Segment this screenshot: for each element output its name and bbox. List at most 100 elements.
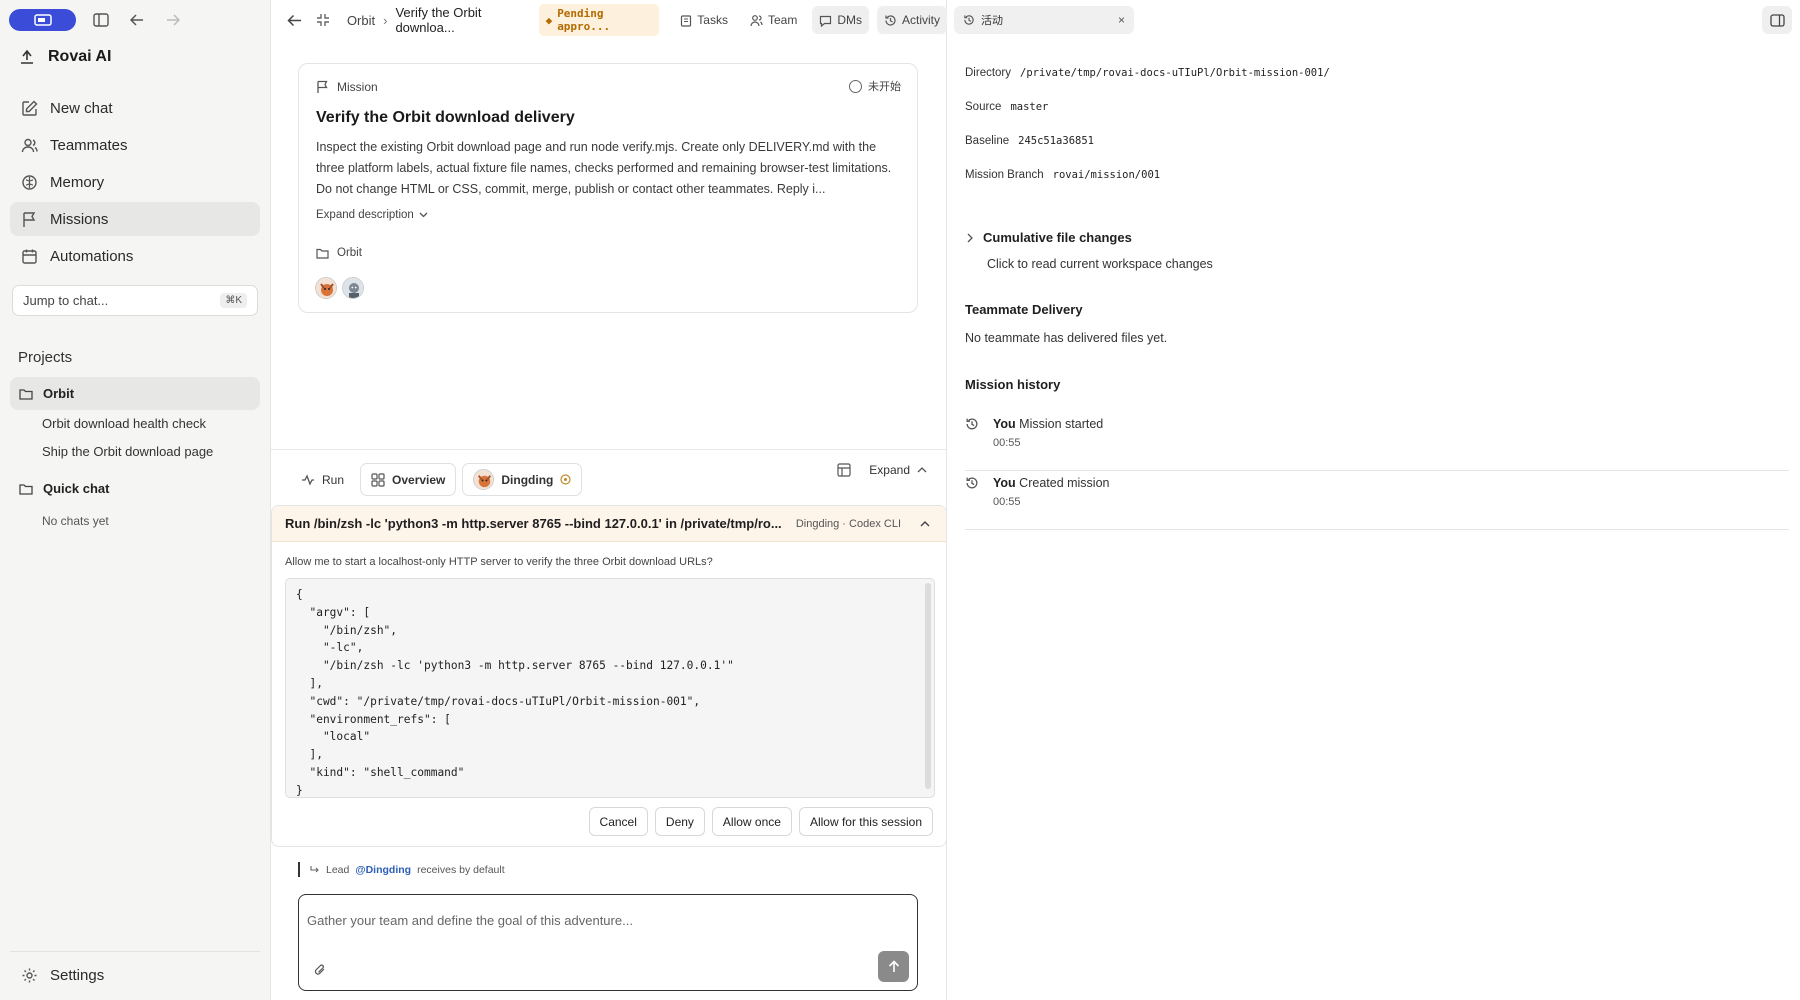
- settings-button[interactable]: Settings: [10, 951, 260, 999]
- lead-mention[interactable]: @Dingding: [355, 864, 411, 876]
- mission-panel: Orbit › Verify the Orbit downloa... ◆ Pe…: [271, 0, 948, 1000]
- mission-project[interactable]: Orbit: [316, 247, 362, 259]
- message-composer[interactable]: Gather your team and define the goal of …: [298, 894, 918, 991]
- toggle-sidebar-button[interactable]: [90, 9, 112, 31]
- folder-icon: [316, 248, 329, 259]
- tab-dms[interactable]: DMs: [812, 6, 869, 34]
- tab-activity[interactable]: Activity: [877, 6, 948, 34]
- users-icon: [750, 14, 763, 26]
- history-item: You Created mission 00:55: [965, 471, 1789, 530]
- sidebar-item-missions[interactable]: Missions: [10, 202, 260, 236]
- calendar-icon: [22, 249, 37, 264]
- history-line: You Mission started: [993, 417, 1103, 431]
- sidebar-item-label: Missions: [50, 210, 109, 228]
- back-button[interactable]: [126, 9, 148, 31]
- status-badge: ◆ Pending appro...: [538, 4, 660, 36]
- shortcut-badge: ⌘K: [220, 293, 247, 308]
- scrollbar[interactable]: [925, 583, 931, 789]
- window-icon: [33, 14, 52, 26]
- field-value: 245c51a36851: [1018, 135, 1094, 147]
- breadcrumb-project[interactable]: Orbit: [347, 13, 375, 28]
- back-button[interactable]: [285, 14, 305, 27]
- jump-to-chat-input[interactable]: Jump to chat... ⌘K: [12, 285, 258, 316]
- tab-overview[interactable]: Overview: [360, 463, 457, 496]
- send-button[interactable]: [878, 951, 909, 982]
- mission-toolbar: Orbit › Verify the Orbit downloa... ◆ Pe…: [271, 0, 948, 40]
- deny-button[interactable]: Deny: [654, 807, 705, 836]
- table-icon[interactable]: [837, 463, 851, 477]
- tab-activity-panel[interactable]: 活动 ×: [954, 6, 1134, 34]
- rovai-logo-icon: [21, 49, 33, 64]
- circle-icon: [849, 79, 862, 93]
- tab-agent-dingding[interactable]: Dingding: [462, 463, 583, 496]
- brand: Rovai AI: [18, 48, 111, 66]
- tab-label: Team: [767, 13, 798, 27]
- approval-request-card: Run /bin/zsh -lc 'python3 -m http.server…: [271, 505, 947, 847]
- mission-status-toggle[interactable]: 未开始: [849, 78, 901, 94]
- history-action: Created mission: [1019, 476, 1110, 490]
- history-time: 00:55: [993, 496, 1021, 508]
- sidebar-nav: New chat Teammates Memory Missions Autom…: [10, 91, 260, 276]
- status-badge-text: Pending appro...: [557, 7, 611, 33]
- mission-label: Mission: [337, 80, 378, 94]
- avatar[interactable]: [342, 277, 364, 299]
- tab-label: Dingding: [501, 472, 554, 487]
- mission-card: Mission 未开始 Verify the Orbit download de…: [298, 63, 918, 313]
- avatar[interactable]: [315, 277, 337, 299]
- minimize-icon: [316, 14, 329, 26]
- arrow-up-icon: [888, 960, 899, 972]
- pending-status-icon: [560, 474, 571, 485]
- gear-icon: [22, 968, 37, 983]
- jump-placeholder: Jump to chat...: [23, 293, 109, 308]
- tab-run[interactable]: Run: [291, 463, 354, 496]
- workspace-switch-button[interactable]: [9, 9, 76, 31]
- field-mission-branch: Mission Branch rovai/mission/001: [965, 169, 1160, 181]
- history-icon: [966, 477, 978, 489]
- allow-session-button[interactable]: Allow for this session: [798, 807, 933, 836]
- folder-icon: [19, 483, 33, 495]
- approval-requester: Dingding · Codex CLI: [795, 517, 901, 530]
- project-quick-chat[interactable]: Quick chat: [10, 472, 260, 505]
- lead-suffix: receives by default: [417, 863, 505, 876]
- tab-label: Activity: [902, 13, 941, 27]
- field-directory: Directory /private/tmp/rovai-docs-uTIuPl…: [965, 67, 1330, 79]
- breadcrumb-separator: ›: [383, 12, 388, 28]
- field-value: rovai/mission/001: [1052, 169, 1161, 181]
- expand-button[interactable]: Expand: [869, 463, 927, 477]
- history-line: You Created mission: [993, 476, 1110, 490]
- delivery-text: No teammate has delivered files yet.: [965, 331, 1168, 345]
- sidebar-item-new-chat[interactable]: New chat: [10, 91, 260, 125]
- expand-description-label: Expand description: [316, 209, 414, 221]
- cancel-button[interactable]: Cancel: [588, 807, 648, 836]
- approval-header[interactable]: Run /bin/zsh -lc 'python3 -m http.server…: [272, 506, 946, 542]
- project-chat-item[interactable]: Orbit download health check: [42, 416, 206, 431]
- collapse-button[interactable]: [313, 13, 333, 27]
- agent-tabs: Run Overview Dingding Expand: [271, 449, 947, 509]
- sidebar-item-automations[interactable]: Automations: [10, 239, 260, 273]
- delivery-title: Teammate Delivery: [965, 302, 1083, 317]
- tab-label: Tasks: [697, 13, 728, 27]
- project-orbit[interactable]: Orbit: [10, 377, 260, 410]
- tab-label: Run: [322, 472, 345, 487]
- mission-project-name: Orbit: [337, 247, 362, 259]
- tab-tasks[interactable]: Tasks: [673, 6, 735, 34]
- paperclip-icon[interactable]: [313, 963, 326, 976]
- brand-name: Rovai AI: [48, 48, 112, 65]
- arrow-right-icon: [167, 14, 180, 26]
- close-icon[interactable]: ×: [1118, 13, 1125, 27]
- chevron-up-icon[interactable]: [920, 520, 930, 527]
- cumulative-hint[interactable]: Click to read current workspace changes: [987, 257, 1213, 271]
- chevron-down-icon: [419, 212, 428, 218]
- settings-label: Settings: [50, 967, 105, 984]
- project-chat-item[interactable]: Ship the Orbit download page: [42, 444, 213, 459]
- forward-button[interactable]: [162, 9, 184, 31]
- history-item: You Mission started 00:55: [965, 412, 1789, 471]
- expand-description-button[interactable]: Expand description: [316, 209, 428, 221]
- cumulative-file-changes-toggle[interactable]: Cumulative file changes: [967, 230, 1132, 245]
- allow-once-button[interactable]: Allow once: [711, 807, 792, 836]
- tab-label: 活动: [981, 15, 1003, 27]
- sidebar-item-memory[interactable]: Memory: [10, 165, 260, 199]
- toggle-right-panel-button[interactable]: [1762, 6, 1792, 34]
- tab-team[interactable]: Team: [743, 6, 804, 34]
- sidebar-item-teammates[interactable]: Teammates: [10, 128, 260, 162]
